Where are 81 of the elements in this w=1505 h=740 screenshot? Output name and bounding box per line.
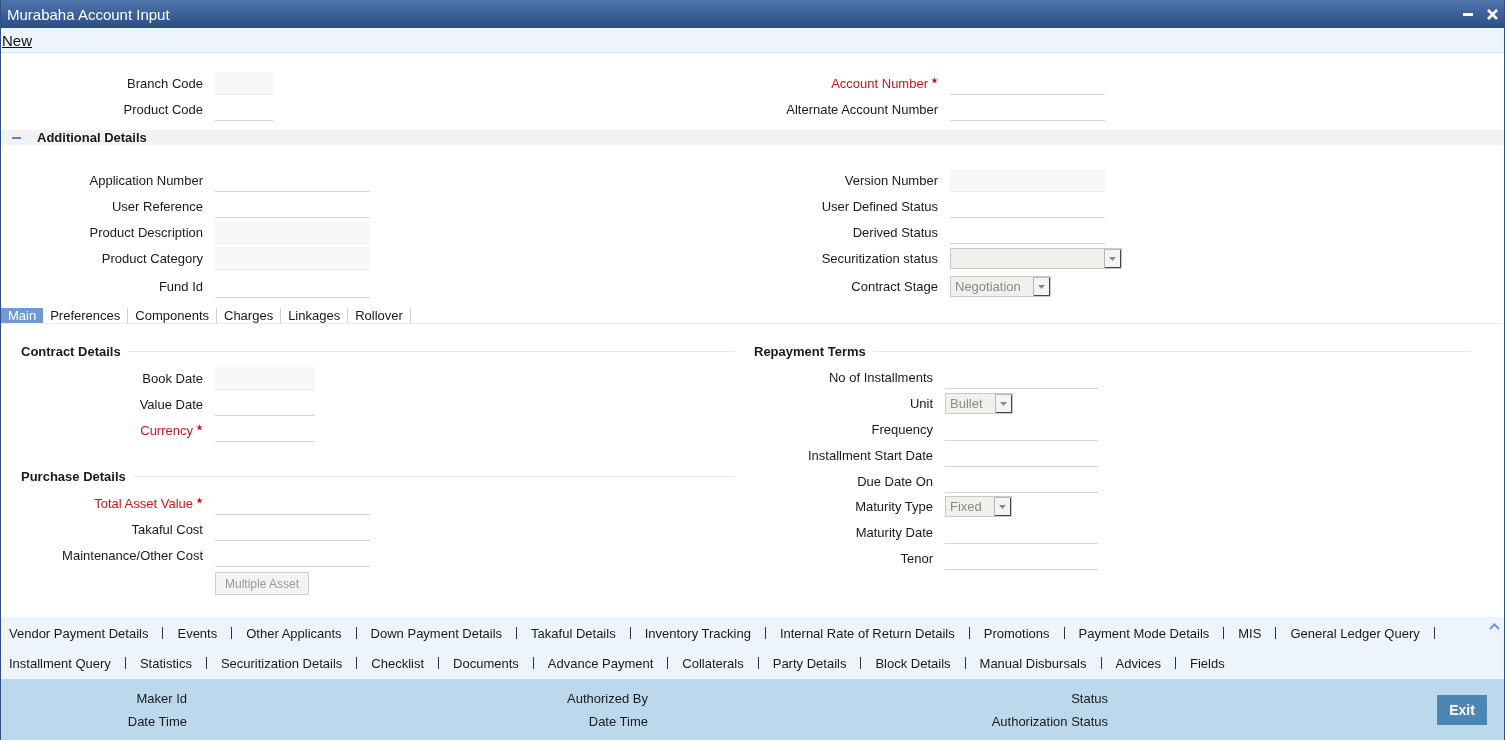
- link[interactable]: Advance Payment: [547, 655, 654, 671]
- link[interactable]: Securitization Details: [220, 655, 343, 671]
- link[interactable]: Block Details: [875, 655, 951, 671]
- section-title: Repayment Terms: [754, 343, 866, 359]
- link[interactable]: Vendor Payment Details: [9, 625, 149, 641]
- field-label: Version Number: [844, 172, 938, 188]
- field-label: Takaful Cost: [131, 521, 203, 537]
- exit-button[interactable]: Exit: [1437, 694, 1487, 725]
- field-label: Alternate Account Number: [786, 101, 938, 117]
- field-label: Account Number: [831, 75, 928, 91]
- field-label: Application Number: [89, 172, 203, 188]
- tab[interactable]: Charges: [217, 308, 282, 323]
- link[interactable]: Checklist: [371, 655, 425, 671]
- field-label: Securitization status: [821, 250, 938, 266]
- field-label: Frequency: [871, 422, 933, 437]
- field-label: Unit: [909, 396, 933, 412]
- tab[interactable]: Linkages: [281, 308, 349, 323]
- footer-label: Status: [1071, 690, 1108, 706]
- link[interactable]: Installment Query: [9, 655, 111, 671]
- tab[interactable]: Preferences: [43, 308, 129, 323]
- field-label: Installment Start Date: [808, 447, 933, 463]
- link[interactable]: Down Payment Details: [370, 625, 503, 641]
- link[interactable]: Documents: [453, 655, 519, 671]
- link[interactable]: Takaful Details: [531, 625, 616, 641]
- field-label: No of Installments: [828, 370, 933, 386]
- new-link[interactable]: New: [2, 31, 32, 49]
- tab[interactable]: Components: [128, 308, 217, 323]
- link[interactable]: Internal Rate of Return Details: [779, 625, 955, 641]
- field-label: Maturity Date: [855, 525, 933, 541]
- field-label: Tenor: [900, 550, 933, 566]
- field-label: User Reference: [111, 198, 203, 214]
- link[interactable]: Collaterals: [682, 655, 744, 671]
- field-label: Branch Code: [127, 75, 203, 91]
- link[interactable]: Events: [177, 625, 218, 641]
- close-icon[interactable]: [1487, 8, 1498, 20]
- field-label: Total Asset Value: [94, 495, 193, 511]
- link[interactable]: Party Details: [772, 655, 847, 671]
- link[interactable]: Fields: [1190, 655, 1225, 671]
- link[interactable]: Manual Disbursals: [979, 655, 1087, 671]
- field-label: Currency: [140, 422, 193, 438]
- field-label: Maturity Type: [855, 499, 933, 515]
- field-label: Book Date: [142, 370, 203, 386]
- link[interactable]: Advices: [1115, 655, 1162, 671]
- dropdown-arrow-icon: [994, 394, 1012, 414]
- link[interactable]: Statistics: [139, 655, 192, 671]
- link[interactable]: Payment Mode Details: [1078, 625, 1210, 641]
- field-label: Contract Stage: [851, 279, 938, 294]
- dropdown[interactable]: [950, 247, 1122, 269]
- footer-label: Maker Id: [136, 690, 187, 706]
- footer-label: Date Time: [588, 713, 648, 729]
- footer-label: Authorized By: [567, 690, 648, 706]
- collapse-icon[interactable]: [12, 136, 21, 139]
- field-label: User Defined Status: [821, 198, 938, 214]
- link[interactable]: Inventory Tracking: [644, 625, 751, 641]
- link[interactable]: Other Applicants: [246, 625, 342, 641]
- minimize-icon[interactable]: [1463, 12, 1473, 16]
- required-icon: [196, 423, 203, 431]
- field-label: Fund Id: [158, 279, 203, 294]
- field-label: Value Date: [139, 396, 203, 412]
- field-label: Derived Status: [852, 224, 938, 240]
- window-title: Murabaha Account Input: [7, 5, 171, 23]
- link[interactable]: Promotions: [983, 625, 1050, 641]
- dropdown-arrow-icon: [1032, 277, 1050, 296]
- field-label: Due Date On: [857, 473, 933, 489]
- field-label: Product Code: [123, 101, 203, 117]
- footer-label: Date Time: [127, 713, 187, 729]
- link[interactable]: General Ledger Query: [1290, 625, 1420, 641]
- tab[interactable]: Rollover: [348, 308, 411, 323]
- scroll-up-icon[interactable]: [1489, 623, 1500, 630]
- dropdown-arrow-icon: [993, 497, 1011, 517]
- section-title: Contract Details: [21, 343, 121, 359]
- field-label: Product Category: [101, 250, 203, 266]
- section-title: Purchase Details: [21, 468, 126, 484]
- required-icon: [931, 76, 938, 84]
- field-label: Product Description: [89, 224, 203, 240]
- field-label: Maintenance/Other Cost: [62, 547, 203, 563]
- required-icon: [196, 496, 203, 504]
- link[interactable]: MIS: [1238, 625, 1262, 641]
- section-title: Additional Details: [37, 130, 147, 145]
- footer-label: Authorization Status: [991, 713, 1108, 729]
- dropdown-arrow-icon: [1104, 248, 1121, 268]
